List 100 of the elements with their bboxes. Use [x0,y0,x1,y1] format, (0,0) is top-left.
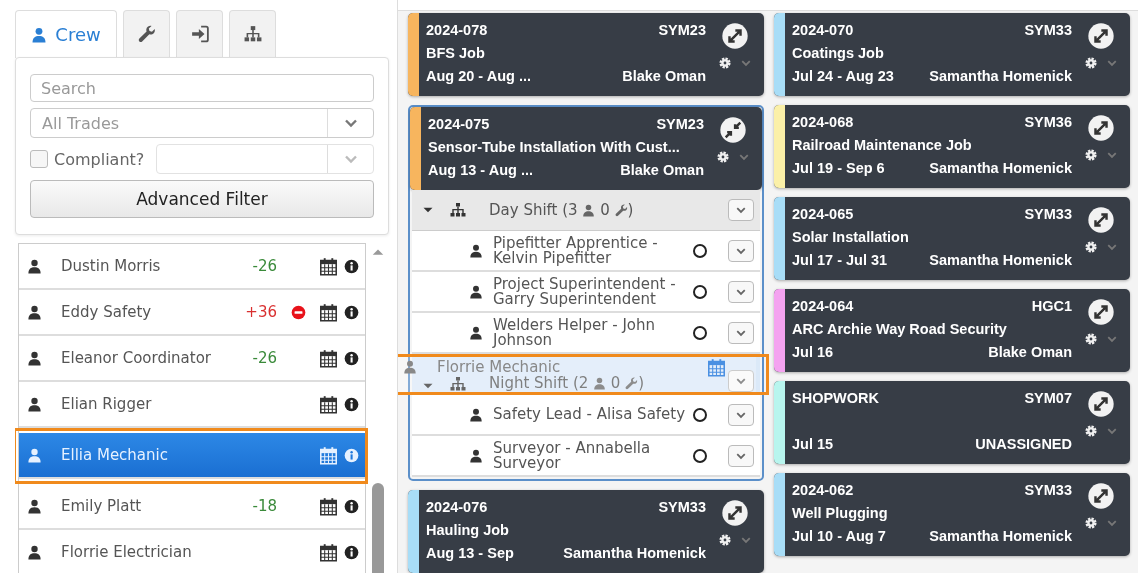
job-card[interactable]: 2024-078 SYM23 BFS Job Aug 20 - Aug ... Blake Oman [408,13,764,96]
info-icon [344,498,359,514]
crew-row[interactable]: Eddy Safety +36 [19,290,365,336]
job-card[interactable]: 2024-068 SYM36 Railroad Maintenance Job Jul 19 - Sep 6 Samantha Homenick [774,105,1130,188]
expand-icon[interactable] [1088,207,1114,233]
job-card[interactable]: 2024-070 SYM33 Coatings Job Jul 24 - Aug 23 Samantha Homenick [774,13,1130,96]
info-icon [344,396,359,412]
job-dates: Jul 17 - Jul 31 [792,251,888,268]
job-dates: Jul 16 [792,343,834,360]
crew-row[interactable]: Dustin Morris -26 [19,244,365,290]
dropdown-button[interactable] [728,321,754,344]
job-card[interactable]: 2024-076 SYM33 Hauling Job Aug 13 - Sep Samantha Homenick [408,490,764,573]
person-icon [31,26,48,43]
job-manager: Samantha Homenick [563,544,706,561]
shift-member-row[interactable]: Safety Lead - Alisa Safety [412,395,760,436]
crew-row[interactable]: Florrie Electrician [19,530,365,573]
calendar-icon [319,445,338,465]
shift-header[interactable]: Day Shift (3 0 ) [412,190,760,231]
expand-icon[interactable] [1088,23,1114,49]
shift-member-row[interactable]: Surveyor - Annabella Surveyor [412,436,760,477]
calendar-icon [319,302,338,322]
crew-name: Florrie Mechanic [437,358,561,376]
hours-balance: -18 [251,497,277,515]
expand-icon[interactable] [1088,299,1114,325]
settings-icon [716,150,730,164]
search-field[interactable]: Search [30,74,374,102]
hours-balance: +36 [244,303,277,321]
job-card[interactable]: 2024-064 HGC1 ARC Archie Way Road Security Jul 16 Blake Oman [774,289,1130,372]
job-title: Hauling Job [426,521,509,538]
job-manager: UNASSIGNED [975,435,1072,452]
shift-label: Night Shift (2 0 ) [489,374,645,392]
crew-row[interactable]: Eleanor Coordinator -26 [19,336,365,382]
tab[interactable] [123,10,170,57]
job-code: SYM36 [1024,113,1072,130]
job-manager: Blake Oman [988,343,1072,360]
checkbox[interactable] [30,150,48,168]
job-manager: Samantha Homenick [929,251,1072,268]
crew-row[interactable]: Elian Rigger [19,382,365,428]
member-label: Pipefitter Apprentice - Kelvin Pipefitter [493,235,659,266]
calendar-icon [319,542,338,562]
job-card[interactable]: SHOPWORK SYM07 Jul 15 UNASSIGNED [774,381,1130,464]
advanced-filter-button[interactable]: Advanced Filter [30,180,374,218]
crew-name: Emily Platt [61,497,143,515]
dropdown-button[interactable] [728,199,754,221]
person-icon [27,350,42,366]
scroll-thumb[interactable] [372,483,384,573]
status-circle-icon [692,406,708,423]
crew-row[interactable]: Emily Platt -18 [19,484,365,530]
job-dates: Jul 15 [792,435,834,452]
shift-label: Day Shift (3 0 ) [489,201,634,219]
job-card[interactable]: 2024-075 SYM23 Sensor-Tube Installation With Cust... Aug 13 - Aug ... Blake Oman [410,107,762,190]
settings-icon [718,56,732,70]
dropdown-button[interactable] [728,403,754,426]
dropdown-button[interactable] [728,444,754,467]
info-icon [344,258,359,274]
crew-name: Elian Rigger [61,395,153,413]
wrench-icon [625,376,639,390]
job-dates: Aug 20 - Aug ... [426,67,531,84]
job-card[interactable]: 2024-065 SYM33 Solar Installation Jul 17 - Jul 31 Samantha Homenick [774,197,1130,280]
shift-member-row[interactable]: Welders Helper - John Johnson [412,313,760,354]
job-number: 2024-065 [792,205,854,222]
job-card[interactable]: 2024-062 SYM33 Well Plugging Jul 10 - Aug 7 Samantha Homenick [774,473,1130,556]
expand-icon[interactable] [722,23,748,49]
collapse-icon[interactable] [720,117,746,143]
dropdown-button[interactable] [728,280,754,303]
job-title: BFS Job [426,44,485,61]
calendar-icon [319,348,338,368]
person-icon [469,407,483,422]
status-circle-icon [692,242,708,259]
tab[interactable]: Crew [15,10,117,58]
hours-balance: -26 [251,257,277,275]
job-number: SHOPWORK [792,389,879,406]
checkbox-label: Compliant? [54,149,145,169]
job-code: SYM33 [658,498,706,515]
shift-member-row[interactable]: Pipefitter Apprentice - Kelvin Pipefitter [412,231,760,272]
member-label: Safety Lead - Alisa Safety [493,407,687,422]
status-circle-icon [692,324,708,341]
job-code: SYM33 [1024,205,1072,222]
job-dates: Aug 13 - Aug ... [428,161,533,178]
expand-icon[interactable] [722,500,748,526]
person-icon [27,258,42,274]
tab[interactable] [229,10,276,57]
shift-member-row[interactable]: Project Superintendent - Garry Superintendent [412,272,760,313]
job-number: 2024-076 [426,498,488,515]
dropdown-button[interactable] [728,239,754,262]
crew-name: Eleanor Coordinator [61,349,213,367]
job-manager: Samantha Homenick [929,159,1072,176]
job-dates: Aug 13 - Sep [426,544,514,561]
expand-icon[interactable] [1088,115,1114,141]
job-manager: Blake Oman [620,161,704,178]
expand-icon[interactable] [1088,483,1114,509]
crew-row[interactable]: Ellia Mechanic [19,433,365,479]
expand-icon[interactable] [1088,391,1114,417]
tab[interactable] [176,10,223,57]
person-icon [469,325,483,340]
job-dates: Jul 24 - Aug 23 [792,67,894,84]
job-number: 2024-070 [792,21,854,38]
job-number: 2024-062 [792,481,854,498]
member-label: Welders Helper - John Johnson [493,317,656,348]
info-icon [344,447,359,463]
